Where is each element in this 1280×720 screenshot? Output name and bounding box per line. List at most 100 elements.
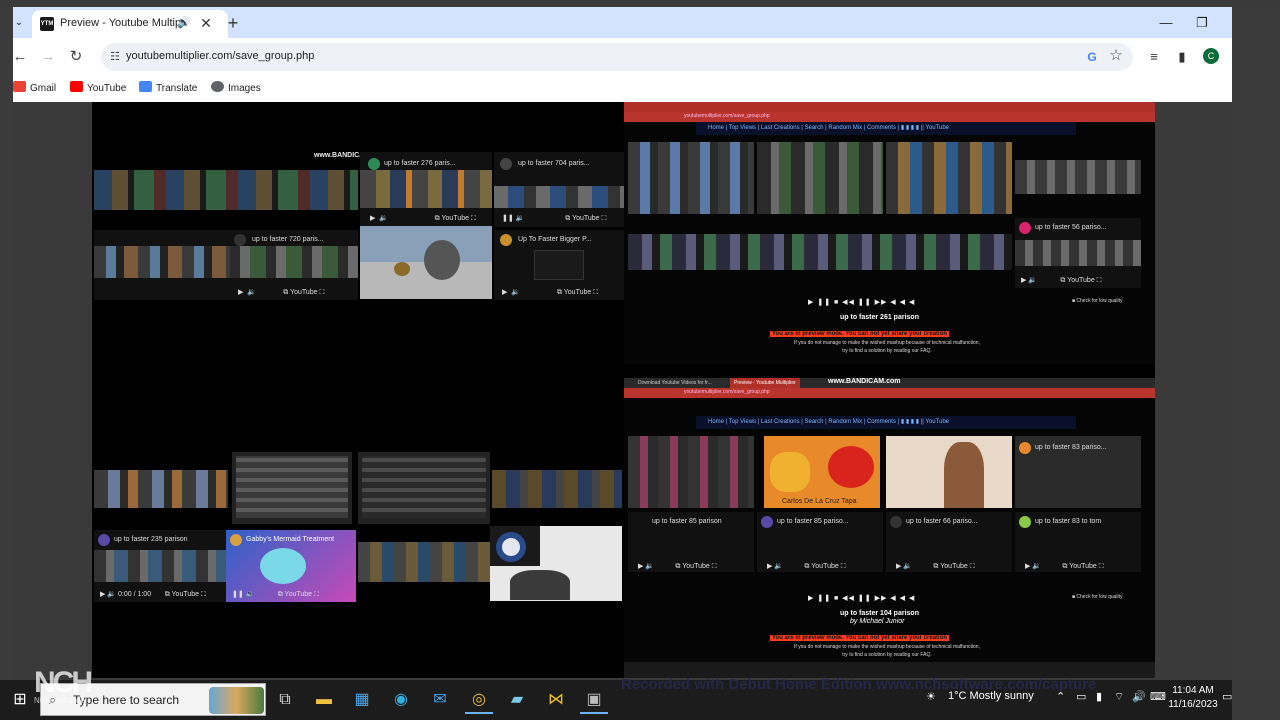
youtube-label: YouTube	[1069, 563, 1097, 570]
video-player[interactable]: up to faster 235 parison ▶ 🔉 0:00 / 1:00…	[94, 530, 226, 602]
video-player[interactable]: up to faster 720 paris... ▶ 🔉 ⧉ YouTube …	[94, 230, 358, 300]
embedded-screenshot-bottom[interactable]: Download Youtube Videos for fr... Previe…	[624, 378, 1155, 678]
site-info-icon[interactable]: ☷	[107, 49, 123, 65]
video-controls: ▶ 🔉 ⧉ YouTube ⛶	[1021, 277, 1102, 284]
video-controls[interactable]: ❚❚ 🔉 ⧉ YouTube ⛶	[502, 214, 606, 223]
battery-icon[interactable]: ▮	[1096, 690, 1102, 703]
video-mosaic[interactable]	[358, 542, 490, 582]
embedded-video	[886, 142, 1012, 214]
channel-avatar	[1019, 222, 1031, 234]
embedded-screenshot-top[interactable]: youtubemultiplier.com/save_group.php Hom…	[624, 102, 1155, 364]
youtube-label: YouTube	[940, 563, 968, 570]
video-controls[interactable]: ▶ 🔉 0:00 / 1:00 ⧉ YouTube ⛶	[100, 590, 206, 599]
notification-icon[interactable]: ▭	[1222, 690, 1232, 703]
file-explorer-icon[interactable]: ▬	[310, 686, 338, 714]
mashup-player-controls[interactable]: ▶ ❚❚ ■ ◀◀ ❚❚ ▶▶ ◀ ◀ ◀	[808, 298, 915, 306]
low-quality-checkbox[interactable]: ■ Check for low quality	[1072, 298, 1123, 304]
help-text: If you do not manage to make the wished …	[794, 340, 980, 346]
video-mosaic[interactable]	[232, 452, 352, 524]
video-mosaic[interactable]	[94, 470, 228, 508]
youtube-label: YouTube	[563, 289, 592, 296]
video-gabbys[interactable]: Gabby's Mermaid Treatment ❚❚ 🔉 ⧉ YouTube…	[226, 530, 356, 602]
video-cartoon-raccoon[interactable]	[360, 226, 492, 299]
video-mosaic[interactable]	[94, 170, 358, 210]
embedded-tabbar	[624, 102, 1155, 112]
video-title: up to faster 83 to tom	[1035, 518, 1102, 525]
language-icon[interactable]: ⌨	[1150, 690, 1166, 703]
wifi-icon[interactable]: ⌔	[1114, 690, 1124, 704]
low-quality-checkbox[interactable]: ■ Check for low quality	[1072, 594, 1123, 600]
mosaic-image	[236, 456, 348, 518]
address-bar[interactable]: ☷ youtubemultiplier.com/save_group.php G…	[101, 43, 1133, 71]
chrome-icon[interactable]: ◎	[465, 686, 493, 714]
store-icon[interactable]: ▦	[348, 686, 376, 714]
raccoon-image	[424, 240, 460, 280]
embedded-video-side: up to faster 56 pariso... ▶ 🔉 ⧉ YouTube …	[1015, 218, 1141, 288]
preview-warning: You are in preview mode. You can not yet…	[770, 635, 950, 641]
minimize-button[interactable]: —	[1151, 13, 1181, 33]
volume-icon[interactable]: 🔊	[1132, 690, 1146, 703]
site-nav[interactable]: Home | Top Views | Last Creations | Sear…	[696, 416, 1076, 429]
tab-preview[interactable]: YTM Preview - Youtube Multiplier 🔊 ✕	[32, 10, 228, 38]
ytm-favicon-icon: YTM	[40, 17, 54, 31]
app-icon[interactable]: ⋈	[542, 686, 570, 714]
video-controls[interactable]: ▶ 🔉 ⧉ YouTube ⛶	[502, 288, 598, 297]
embedded-video: up to faster 66 pariso... ▶ 🔉 ⧉ YouTube …	[886, 512, 1012, 572]
embedded-url: youtubemultiplier.com/save_group.php	[684, 389, 770, 395]
back-arrow-icon[interactable]: ←	[10, 47, 30, 67]
video-controls[interactable]: ▶ 🔉 ⧉ YouTube ⛶	[370, 214, 476, 223]
video-title: Carlos De La Cruz Tapa	[782, 498, 857, 505]
bookmark-images[interactable]: Images	[211, 81, 261, 97]
video-player[interactable]: up to faster 704 paris... ❚❚ 🔉 ⧉ YouTube…	[494, 152, 624, 227]
site-nav[interactable]: Home | Top Views | Last Creations | Sear…	[696, 122, 1076, 135]
embedded-address-bar: youtubemultiplier.com/save_group.php	[624, 388, 1155, 398]
speaker-icon[interactable]: 🔊	[177, 16, 191, 29]
nch-logo: NCH NCH Software	[34, 668, 93, 706]
video-title: up to faster 66 pariso...	[906, 518, 978, 525]
page-content: www.BANDICAM.com up to faster 276 paris.…	[92, 102, 1155, 678]
edge-icon[interactable]: ◉	[387, 686, 415, 714]
tab-close-icon[interactable]: ✕	[198, 15, 214, 31]
video-title: Up To Faster Bigger P...	[518, 236, 592, 243]
bookmark-label: Translate	[156, 83, 198, 94]
youtube-label: YouTube	[290, 289, 318, 296]
penguin-image	[496, 532, 526, 562]
media-queue-icon[interactable]: ≡	[1144, 47, 1164, 67]
notes-app-icon[interactable]: ▰	[503, 686, 531, 714]
windows-start-icon[interactable]: ⊞	[6, 686, 34, 714]
nch-logo-subtitle: NCH Software	[34, 696, 86, 705]
video-player[interactable]: up to faster 276 paris... ▶ 🔉 ⧉ YouTube …	[360, 152, 492, 227]
video-controls[interactable]: ▶ 🔉 ⧉ YouTube ⛶	[238, 288, 324, 297]
bookmark-translate[interactable]: Translate	[139, 81, 197, 97]
mail-icon[interactable]: ✉	[426, 686, 454, 714]
video-penguin[interactable]	[490, 526, 622, 601]
video-title: up to faster 85 pariso...	[777, 518, 849, 525]
bookmark-label: YouTube	[87, 83, 127, 94]
embedded-video	[628, 142, 754, 214]
clock-date: 11/16/2023	[1168, 699, 1218, 710]
google-lens-icon[interactable]: G	[1084, 49, 1100, 65]
bookmark-youtube[interactable]: YouTube	[70, 81, 126, 97]
forward-arrow-icon[interactable]: →	[38, 47, 58, 67]
video-player[interactable]: Up To Faster Bigger P... ▶ 🔉 ⧉ YouTube ⛶	[494, 230, 624, 300]
new-tab-button[interactable]: +	[223, 13, 243, 33]
system-clock[interactable]: 11:04 AM 11/16/2023	[1166, 684, 1220, 712]
video-mosaic[interactable]	[358, 452, 490, 524]
bookmark-gmail[interactable]: Gmail	[13, 81, 56, 97]
reload-icon[interactable]: ↻	[66, 47, 86, 67]
restore-button[interactable]: ❐	[1187, 13, 1217, 33]
youtube-label: YouTube	[1067, 277, 1095, 284]
chevron-down-icon[interactable]: ⌄	[13, 13, 25, 33]
video-mosaic[interactable]	[492, 470, 622, 508]
video-controls[interactable]: ❚❚ 🔉 ⧉ YouTube ⛶	[232, 590, 319, 599]
bandicam-watermark: www.BANDICAM.com	[828, 378, 901, 385]
mashup-player-controls[interactable]: ▶ ❚❚ ■ ◀◀ ❚❚ ▶▶ ◀ ◀ ◀	[808, 594, 915, 602]
bookmark-star-icon[interactable]: ☆	[1107, 47, 1125, 65]
time-label: 0:00 / 1:00	[118, 591, 152, 598]
debut-recorder-icon[interactable]: ▣	[580, 686, 608, 714]
person-image	[944, 442, 984, 508]
url-text[interactable]: youtubemultiplier.com/save_group.php	[126, 50, 314, 62]
side-panel-icon[interactable]: ▮	[1172, 47, 1192, 67]
task-view-icon[interactable]: ⧉	[271, 686, 299, 714]
profile-avatar[interactable]: C	[1203, 48, 1219, 64]
